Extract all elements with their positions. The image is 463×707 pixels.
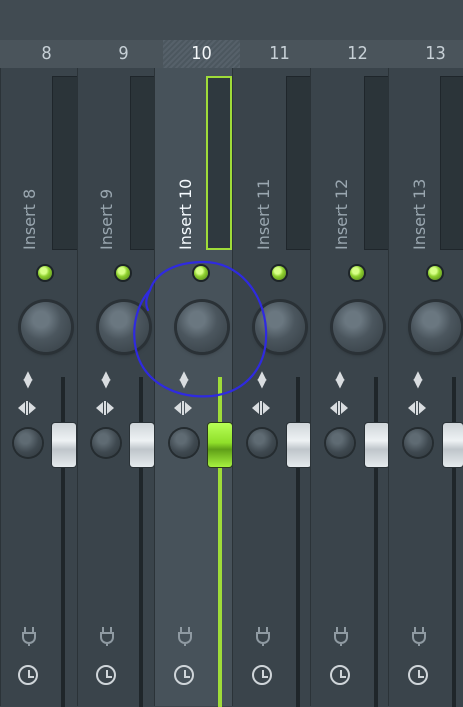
volume-knob-12[interactable] [333,302,383,352]
volume-knob-8[interactable] [21,302,71,352]
pan-knob-12[interactable] [326,429,354,457]
level-meter-13 [440,76,463,250]
clock-icon[interactable] [252,665,272,685]
channel-number-13: 13 [425,43,446,64]
pan-knob-13[interactable] [404,429,432,457]
plug-icon[interactable] [410,625,428,647]
swap-arrows-icon[interactable] [16,399,38,417]
updown-arrows-icon[interactable]: ▲ ▼ [254,369,270,389]
level-meter-11 [286,76,312,250]
mute-led-10[interactable] [194,266,208,280]
fader-cap-8[interactable] [52,423,76,467]
clock-icon[interactable] [330,665,350,685]
insert-label-13: Insert 13 [410,179,463,250]
mute-led-9[interactable] [116,266,130,280]
swap-arrows-icon[interactable] [172,399,194,417]
pan-knob-8[interactable] [14,429,42,457]
fader-cap-9[interactable] [130,423,154,467]
mute-led-8[interactable] [38,266,52,280]
fader-cap-10[interactable] [208,423,232,467]
plug-icon[interactable] [332,625,350,647]
fader-cap-12[interactable] [365,423,389,467]
pan-knob-11[interactable] [248,429,276,457]
plug-icon[interactable] [176,625,194,647]
volume-knob-10[interactable] [177,302,227,352]
updown-arrows-icon[interactable]: ▲ ▼ [98,369,114,389]
channel-number-11: 11 [269,43,290,64]
channel-number-12: 12 [347,43,368,64]
plug-icon[interactable] [98,625,116,647]
plug-icon[interactable] [254,625,272,647]
volume-knob-9[interactable] [99,302,149,352]
mute-led-11[interactable] [272,266,286,280]
pan-knob-10[interactable] [170,429,198,457]
mute-led-13[interactable] [428,266,442,280]
pan-knob-9[interactable] [92,429,120,457]
mute-led-12[interactable] [350,266,364,280]
updown-arrows-icon[interactable]: ▲ ▼ [20,369,36,389]
level-meter-8 [52,76,78,250]
plug-icon[interactable] [20,625,38,647]
swap-arrows-icon[interactable] [406,399,428,417]
swap-arrows-icon[interactable] [94,399,116,417]
clock-icon[interactable] [96,665,116,685]
volume-knob-11[interactable] [255,302,305,352]
swap-arrows-icon[interactable] [328,399,350,417]
level-meter-9 [130,76,156,250]
fader-cap-11[interactable] [287,423,311,467]
channel-number-9: 9 [118,43,129,64]
volume-knob-13[interactable] [411,302,461,352]
updown-arrows-icon[interactable]: ▲ ▼ [176,369,192,389]
mixer-top-area [0,0,463,41]
swap-arrows-icon[interactable] [250,399,272,417]
channel-number-8: 8 [41,43,52,64]
updown-arrows-icon[interactable]: ▲ ▼ [332,369,348,389]
fader-cap-13[interactable] [443,423,463,467]
clock-icon[interactable] [408,665,428,685]
channel-number-10: 10 [163,40,240,68]
updown-arrows-icon[interactable]: ▲ ▼ [410,369,426,389]
level-meter-10 [206,76,232,250]
clock-icon[interactable] [174,665,194,685]
clock-icon[interactable] [18,665,38,685]
level-meter-12 [364,76,390,250]
